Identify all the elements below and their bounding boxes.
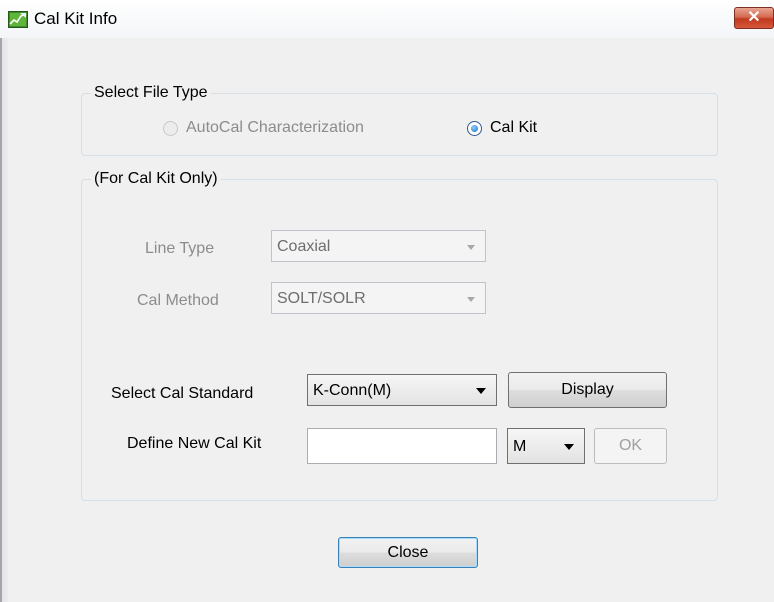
dialog-body: Select File Type AutoCal Characterizatio… [8, 38, 774, 602]
display-button-label: Display [561, 381, 614, 398]
new-kit-gender-value: M [513, 438, 527, 455]
window-title: Cal Kit Info [34, 9, 118, 28]
radio-circle-selected [467, 120, 482, 136]
new-kit-gender-select[interactable]: M [507, 428, 585, 464]
cal-kit-label: Cal Kit [490, 119, 538, 136]
window-frame [0, 38, 8, 602]
new-cal-kit-name-input[interactable] [307, 428, 497, 464]
cal-kit-info-dialog: Cal Kit Info ✕ Select File Type AutoCal … [0, 0, 774, 602]
chevron-down-icon [467, 297, 475, 302]
title-bar[interactable]: Cal Kit Info ✕ [0, 0, 774, 39]
close-button-label: Close [387, 544, 429, 561]
for-cal-kit-only-legend: (For Cal Kit Only) [94, 170, 218, 187]
chevron-down-icon [564, 444, 574, 450]
chart-icon [8, 11, 28, 28]
close-icon: ✕ [747, 9, 761, 26]
define-new-cal-kit-label: Define New Cal Kit [127, 435, 262, 452]
cal-kit-radio[interactable]: Cal Kit [467, 119, 537, 137]
radio-circle [163, 120, 178, 136]
line-type-select[interactable]: Coaxial [271, 230, 486, 262]
select-file-type-legend: Select File Type [94, 84, 208, 101]
select-cal-standard-label: Select Cal Standard [111, 385, 254, 402]
window-close-button[interactable]: ✕ [734, 7, 774, 29]
ok-button-label: OK [618, 437, 643, 454]
chevron-down-icon [476, 388, 486, 394]
cal-method-value: SOLT/SOLR [277, 290, 366, 307]
cal-method-label: Cal Method [137, 292, 219, 309]
display-button[interactable]: Display [508, 372, 667, 408]
line-type-label: Line Type [145, 240, 215, 257]
autocal-characterization-radio[interactable]: AutoCal Characterization [163, 119, 364, 137]
close-button[interactable]: Close [338, 537, 478, 568]
cal-method-select[interactable]: SOLT/SOLR [271, 282, 486, 314]
autocal-characterization-label: AutoCal Characterization [186, 119, 364, 136]
chevron-down-icon [467, 245, 475, 250]
line-type-value: Coaxial [277, 238, 331, 255]
ok-button[interactable]: OK [594, 428, 667, 464]
cal-standard-value: K-Conn(M) [313, 382, 392, 399]
cal-standard-select[interactable]: K-Conn(M) [307, 374, 497, 406]
